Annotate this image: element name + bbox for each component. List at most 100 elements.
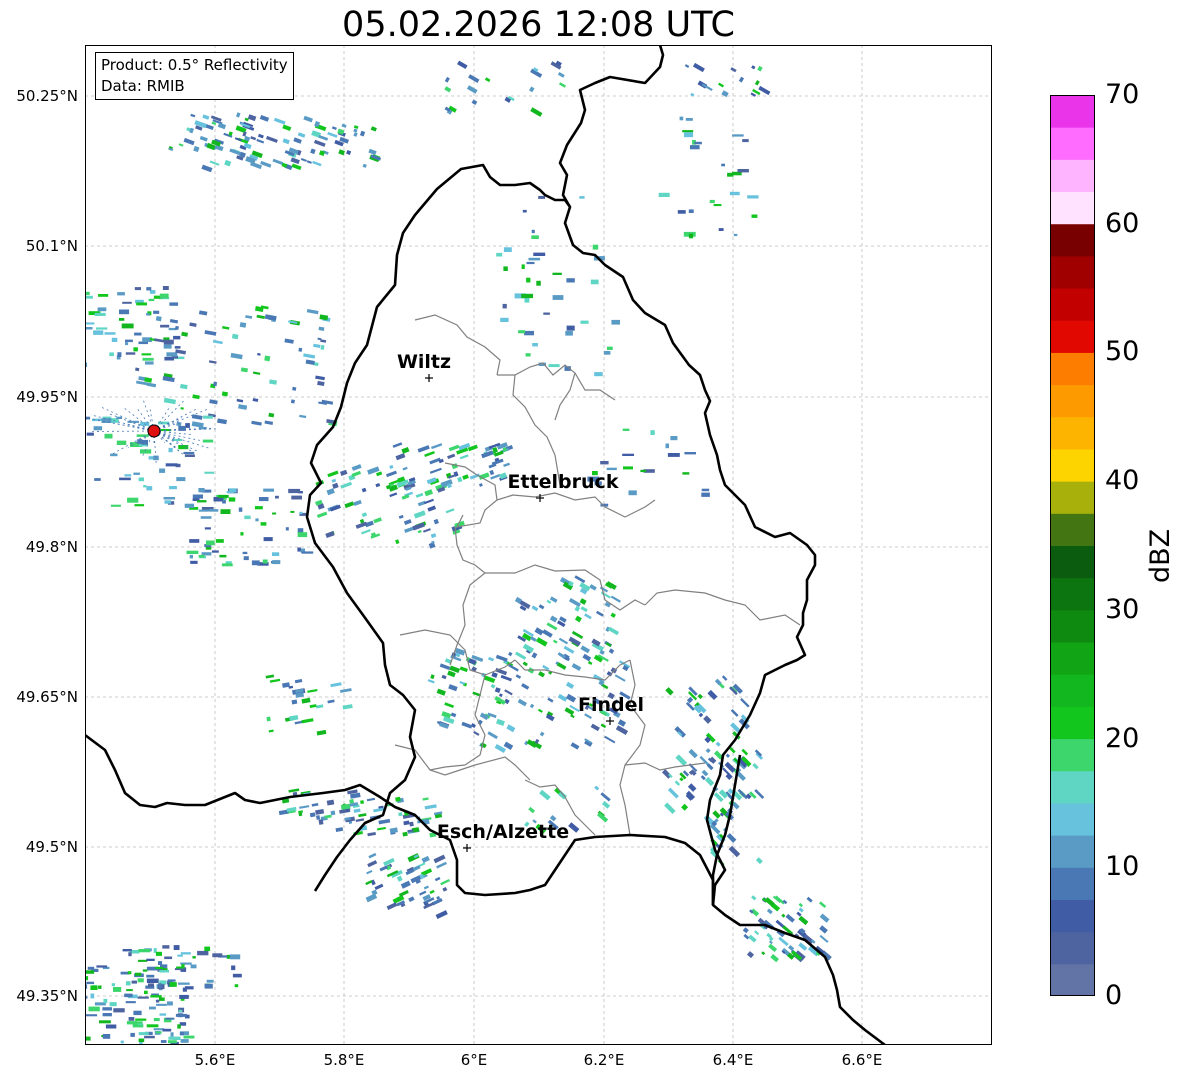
echo-cell <box>138 949 150 953</box>
echo-cell <box>86 432 94 436</box>
echo-cell <box>665 443 669 449</box>
echo-cell <box>718 82 725 88</box>
colorbar-segment <box>1050 738 1095 772</box>
colorbar <box>1050 95 1095 996</box>
echo-cell <box>176 477 186 482</box>
echo-cell <box>481 450 494 459</box>
radar-site-marker <box>147 424 161 438</box>
echo-cell <box>275 495 279 499</box>
echo-cell <box>434 876 441 882</box>
echo-cell <box>741 748 749 756</box>
product-info-box: Product: 0.5° Reflectivity Data: RMIB <box>95 52 294 100</box>
echo-cell <box>124 993 133 998</box>
echo-cell <box>297 132 306 138</box>
echo-cell <box>231 333 239 340</box>
echo-cell <box>424 804 437 810</box>
echo-cell <box>730 67 737 73</box>
echo-cell <box>221 563 233 567</box>
echo-cell <box>506 724 516 733</box>
echo-cell <box>340 469 348 476</box>
echo-cell <box>556 662 567 670</box>
echo-cell <box>179 994 189 999</box>
echo-cell <box>133 472 140 475</box>
echo-cell <box>715 741 721 747</box>
radar-map[interactable]: Wiltz Ettelbruck Findel Esch/Alzette <box>85 45 992 1045</box>
echo-cell <box>175 325 179 330</box>
echo-cell <box>798 902 804 908</box>
echo-cell <box>342 704 353 710</box>
echo-cell <box>522 209 527 213</box>
lat-tick-label: 50.25°N <box>16 87 78 105</box>
echo-cell <box>688 209 694 213</box>
echo-cell <box>503 266 508 271</box>
echo-cell <box>166 352 178 357</box>
echo-cell <box>367 831 376 837</box>
echo-cell <box>806 896 813 903</box>
echo-cell <box>282 124 292 132</box>
echo-cell <box>682 472 690 475</box>
echo-cell <box>192 394 200 400</box>
echo-cell <box>395 796 401 802</box>
echo-cell <box>539 731 545 737</box>
echo-cell <box>311 802 319 807</box>
echo-cell <box>667 453 680 457</box>
echo-cell <box>444 86 452 93</box>
echo-cell <box>690 145 700 150</box>
echo-cell <box>386 470 397 478</box>
echo-cell <box>766 908 773 915</box>
echo-cell <box>127 971 132 975</box>
echo-cell <box>224 159 232 167</box>
echo-cell <box>412 522 426 531</box>
colorbar-segment <box>1050 577 1095 611</box>
echo-cell <box>113 1008 125 1013</box>
echo-cell <box>293 137 302 144</box>
colorbar-segment <box>1050 159 1095 193</box>
colorbar-segment <box>1050 384 1095 418</box>
echo-cell <box>704 776 715 787</box>
echo-cell <box>574 605 581 612</box>
echo-cell <box>395 539 400 545</box>
echo-cell <box>353 499 362 506</box>
echo-cell <box>600 792 611 802</box>
echo-cell <box>144 990 148 995</box>
echo-cell <box>721 675 728 681</box>
echo-cell <box>159 468 166 473</box>
echo-cell <box>218 494 229 498</box>
echo-cell <box>640 469 647 473</box>
echo-cell <box>300 158 307 162</box>
echo-cell <box>134 1021 143 1024</box>
echo-cell <box>628 490 637 496</box>
echo-cell <box>135 972 142 976</box>
echo-cell <box>487 731 498 740</box>
echo-cell <box>119 477 131 481</box>
echo-cell <box>301 718 314 724</box>
echo-cell <box>238 404 248 410</box>
echo-cell <box>136 302 147 306</box>
echo-cell <box>355 818 365 822</box>
colorbar-segment <box>1050 835 1095 868</box>
echo-cell <box>752 763 759 770</box>
echo-cell <box>320 339 327 343</box>
echo-cell <box>358 813 367 818</box>
echo-cell <box>368 852 377 859</box>
echo-cell <box>768 943 778 953</box>
echo-cell <box>622 428 630 431</box>
echo-cell <box>236 398 244 403</box>
echo-cell <box>122 301 132 304</box>
echo-cell <box>522 661 528 667</box>
echo-cell <box>566 325 575 331</box>
echo-cell <box>424 451 435 457</box>
echo-cell <box>135 367 140 372</box>
colorbar-segment <box>1050 802 1095 836</box>
echo-cell <box>165 1017 175 1020</box>
echo-cell <box>183 451 195 455</box>
map-title: 05.02.2026 12:08 UTC <box>342 5 735 45</box>
echo-cell <box>170 1032 174 1037</box>
echo-cell <box>326 488 335 496</box>
echo-cell <box>86 327 93 330</box>
echo-cell <box>179 1032 184 1036</box>
colorbar-segment <box>1050 963 1095 996</box>
echo-cell <box>664 802 676 815</box>
echo-cell <box>204 527 211 530</box>
echo-cell <box>243 556 249 561</box>
